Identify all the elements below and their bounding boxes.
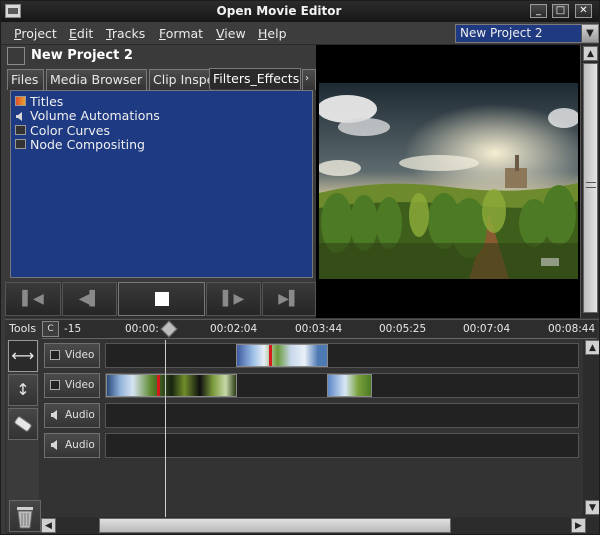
video-clip[interactable] (236, 344, 328, 367)
razor-tool[interactable] (8, 408, 38, 440)
titles-icon (15, 96, 26, 106)
stop-icon (154, 292, 169, 306)
track-lane-audio-1[interactable] (105, 403, 579, 428)
tick-label: -15 (64, 323, 82, 335)
tab-files[interactable]: Files (7, 69, 44, 90)
skip-to-end-button[interactable]: ▶▌ (262, 282, 316, 316)
playhead-handle[interactable] (160, 320, 178, 338)
app-window: Open Movie Editor _ □ ✕ Project Edit Tra… (0, 0, 600, 535)
project-header: New Project 2 (5, 46, 316, 67)
maximize-button[interactable]: □ (552, 4, 569, 18)
minimize-button[interactable]: _ (530, 4, 547, 18)
track-header-audio-2[interactable]: Audio (44, 433, 100, 458)
project-selector-value: New Project 2 (460, 26, 543, 40)
vertical-move-tool[interactable]: ↕ (8, 374, 38, 406)
track-header-audio-1[interactable]: Audio (44, 403, 100, 428)
film-icon (50, 380, 60, 390)
time-ruler[interactable]: C -15 00:00: 00:02:04 00:03:44 00:05:25 … (42, 320, 597, 339)
video-clip[interactable] (106, 374, 237, 397)
filter-icon (15, 139, 26, 149)
menu-bar: Project Edit Tracks Format View Help New… (1, 22, 599, 45)
trash-button[interactable] (9, 500, 41, 532)
ruler-menu-button[interactable]: C (42, 321, 59, 337)
tools-label: Tools (9, 322, 37, 335)
speaker-icon (50, 440, 60, 450)
tick-label: 00:08:44 (548, 323, 596, 335)
preview-image (319, 83, 578, 279)
scroll-up-icon[interactable]: ▲ (583, 46, 598, 61)
title-bar: Open Movie Editor _ □ ✕ (1, 1, 599, 22)
playhead-line (165, 340, 166, 520)
tick-label: 00:02:04 (210, 323, 258, 335)
tab-media-browser[interactable]: Media Browser (46, 69, 147, 90)
scroll-thumb[interactable] (583, 63, 598, 313)
tab-clip-inspector[interactable]: Clip Inspector (149, 69, 211, 90)
timeline: Tools ⟷ ↕ C -15 00:00: 00:02:04 00:03:44… (5, 319, 599, 534)
timeline-vertical-scrollbar[interactable]: ▲ ▼ (583, 340, 599, 516)
menu-format[interactable]: Format (159, 26, 203, 41)
track-lane-video-1[interactable] (105, 343, 579, 368)
tick-label: 00:07:04 (463, 323, 511, 335)
menu-project[interactable]: Project (14, 26, 57, 41)
horizontal-move-tool[interactable]: ⟷ (8, 340, 38, 372)
project-toggle-button[interactable] (7, 47, 25, 65)
video-clip[interactable] (327, 374, 372, 397)
project-selector[interactable]: New Project 2 ▼ (455, 24, 599, 43)
film-icon (50, 350, 60, 360)
menu-edit[interactable]: Edit (69, 26, 93, 41)
filter-icon (15, 125, 26, 135)
speaker-icon (50, 410, 60, 420)
scroll-left-icon[interactable]: ◀ (41, 518, 56, 533)
scroll-up-icon[interactable]: ▲ (585, 340, 599, 355)
transport-controls: ▌◀ ◀▌ ▌▶ ▶▌ (5, 282, 316, 318)
chevron-down-icon[interactable]: ▼ (581, 25, 598, 42)
step-back-button[interactable]: ◀▌ (62, 282, 117, 316)
track-lane-video-2[interactable] (105, 373, 579, 398)
speaker-icon (15, 110, 24, 121)
menu-tracks[interactable]: Tracks (106, 26, 145, 41)
close-button[interactable]: ✕ (575, 4, 592, 18)
skip-to-start-button[interactable]: ▌◀ (5, 282, 61, 316)
trash-icon (17, 507, 33, 529)
razor-icon (14, 416, 32, 432)
grip-icon (586, 182, 596, 188)
scroll-thumb[interactable] (99, 518, 451, 533)
menu-view[interactable]: View (216, 26, 246, 41)
project-name: New Project 2 (31, 48, 133, 63)
tab-filters-effects[interactable]: Filters_Effects (209, 68, 301, 89)
menu-help[interactable]: Help (258, 26, 287, 41)
tab-scroll-right-icon[interactable]: › (302, 69, 316, 90)
preview-scrollbar[interactable]: ▲ (580, 45, 599, 318)
filters-list[interactable]: Titles Volume Automations Color Curves N… (10, 90, 313, 278)
track-header-video-2[interactable]: Video (44, 373, 100, 398)
panel-tabs: Files Media Browser Clip Inspector Filte… (7, 68, 317, 90)
tool-strip: ⟷ ↕ (7, 340, 41, 532)
scroll-right-icon[interactable]: ▶ (571, 518, 586, 533)
tick-label: 00:00: (125, 323, 159, 335)
window-title: Open Movie Editor (216, 4, 342, 18)
tick-label: 00:05:25 (379, 323, 427, 335)
tick-label: 00:03:44 (295, 323, 343, 335)
track-lane-audio-2[interactable] (105, 433, 579, 458)
timeline-horizontal-scrollbar[interactable]: ◀ ▶ (41, 517, 599, 534)
scroll-down-icon[interactable]: ▼ (585, 500, 599, 515)
stop-button[interactable] (118, 282, 205, 316)
step-forward-button[interactable]: ▌▶ (206, 282, 261, 316)
track-header-video-1[interactable]: Video (44, 343, 100, 368)
